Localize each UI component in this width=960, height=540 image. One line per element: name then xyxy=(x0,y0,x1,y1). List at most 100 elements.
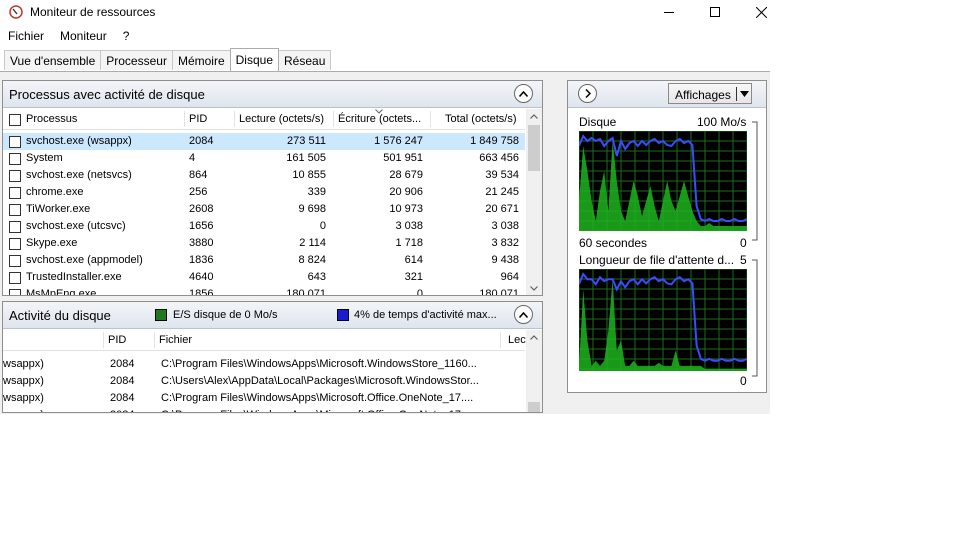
activity-file: C:\Program Files\WindowsApps\Microsoft.O… xyxy=(161,409,497,412)
process-write: 10 973 xyxy=(389,203,423,215)
table-row[interactable]: TiWorker.exe 2608 9 698 10 973 20 671 xyxy=(3,201,525,218)
active-time-legend-swatch xyxy=(337,309,349,321)
row-checkbox[interactable] xyxy=(9,204,21,216)
activity-collapse-button[interactable] xyxy=(514,305,533,324)
processes-collapse-button[interactable] xyxy=(514,84,533,103)
table-row[interactable]: chrome.exe 256 339 20 906 21 245 xyxy=(3,184,525,201)
window-title: Moniteur de ressources xyxy=(30,5,156,19)
row-checkbox[interactable] xyxy=(9,187,21,199)
close-button[interactable] xyxy=(738,0,784,24)
table-row[interactable]: svchost.exe (utcsvc) 1656 0 3 038 3 038 xyxy=(3,218,525,235)
process-pid: 3880 xyxy=(189,237,214,249)
process-total: 3 038 xyxy=(491,220,519,232)
row-checkbox[interactable] xyxy=(9,272,21,284)
tab-network[interactable]: Réseau xyxy=(278,50,332,70)
process-pid: 1656 xyxy=(189,220,214,232)
row-checkbox[interactable] xyxy=(9,238,21,250)
tab-strip: Vue d'ensemble Processeur Mémoire Disque… xyxy=(4,48,332,72)
select-all-checkbox[interactable] xyxy=(9,114,21,126)
menu-moniteur[interactable]: Moniteur xyxy=(52,27,107,45)
process-total: 9 438 xyxy=(491,254,519,266)
row-checkbox[interactable] xyxy=(9,170,21,182)
col-divider xyxy=(430,111,431,127)
graph1-time-label: 60 secondes xyxy=(579,236,648,250)
column-lecture[interactable]: Lecture (octets/s) xyxy=(239,113,324,125)
process-name: MsMpEng.exe xyxy=(26,288,97,296)
processes-panel-title: Processus avec activité de disque xyxy=(9,87,205,102)
activity-scroll-thumb[interactable] xyxy=(528,402,540,412)
activity-process: wsappx) xyxy=(3,375,44,387)
table-row[interactable]: Skype.exe 3880 2 114 1 718 3 832 xyxy=(3,235,525,252)
dropdown-arrow-icon xyxy=(740,91,749,97)
column-fichier[interactable]: Fichier xyxy=(159,334,192,346)
column-total[interactable]: Total (octets/s) xyxy=(445,113,517,125)
table-row[interactable]: svchost.exe (appmodel) 1836 8 824 614 9 438 xyxy=(3,252,525,269)
scroll-up-icon[interactable] xyxy=(530,114,538,119)
activity-pid: 2084 xyxy=(110,392,135,404)
table-row[interactable]: TrustedInstaller.exe 4640 643 321 964 xyxy=(3,269,525,286)
maximize-button[interactable] xyxy=(692,0,738,24)
table-row[interactable]: wsappx) 2084 C:\Program Files\WindowsApps\… xyxy=(3,356,500,373)
col-divider xyxy=(154,332,155,348)
chevron-up-icon xyxy=(519,90,528,97)
process-pid: 864 xyxy=(189,169,208,181)
row-checkbox[interactable] xyxy=(9,289,21,295)
tab-memory[interactable]: Mémoire xyxy=(171,50,231,70)
process-name: TrustedInstaller.exe xyxy=(26,271,122,283)
process-write: 28 679 xyxy=(389,169,423,181)
sort-desc-icon xyxy=(375,109,383,114)
table-row[interactable]: wsappx) 2084 C:\Program Files\WindowsApps\… xyxy=(3,390,500,407)
tab-processor[interactable]: Processeur xyxy=(100,50,173,70)
expand-side-button[interactable] xyxy=(578,84,597,103)
process-total: 663 456 xyxy=(479,152,519,164)
table-row[interactable]: System 4 161 505 501 951 663 456 xyxy=(3,150,525,167)
activity-scrollbar[interactable] xyxy=(526,330,542,412)
process-name: Skype.exe xyxy=(26,237,78,249)
process-total: 180 071 xyxy=(479,288,519,296)
active-time-legend-label: 4% de temps d'activité max... xyxy=(354,309,497,321)
process-read: 273 511 xyxy=(287,135,326,147)
menu-fichier[interactable]: Fichier xyxy=(0,27,44,45)
processes-table-header: Processus PID Lecture (octets/s) Écritur… xyxy=(3,109,525,130)
graph2-scale-bracket xyxy=(752,259,758,377)
scroll-up-icon[interactable] xyxy=(530,335,538,340)
row-checkbox[interactable] xyxy=(9,136,21,148)
table-row[interactable]: wsappx) 2084 C:\Users\Alex\AppData\Local\P… xyxy=(3,373,500,390)
minimize-button[interactable] xyxy=(646,0,692,24)
processes-table-body: svchost.exe (wsappx) 2084 273 511 1 576 247… xyxy=(3,133,525,296)
column-processus[interactable]: Processus xyxy=(26,113,77,125)
process-pid: 2608 xyxy=(189,203,214,215)
process-pid: 256 xyxy=(189,186,208,198)
tab-disk[interactable]: Disque xyxy=(229,48,279,71)
tab-overview[interactable]: Vue d'ensemble xyxy=(4,50,102,70)
row-checkbox[interactable] xyxy=(9,255,21,267)
disk-activity-header[interactable]: Activité du disque E/S disque de 0 Mo/s … xyxy=(3,302,542,329)
process-write: 501 951 xyxy=(383,152,423,164)
io-legend-label: E/S disque de 0 Mo/s xyxy=(173,309,278,321)
processes-scrollbar[interactable] xyxy=(526,109,542,295)
affichages-dropdown[interactable]: Affichages xyxy=(668,83,752,104)
process-name: svchost.exe (utcsvc) xyxy=(26,220,126,232)
processes-scroll-thumb[interactable] xyxy=(528,125,540,171)
table-row[interactable]: MsMpEng.exe 1856 180 071 0 180 071 xyxy=(3,286,525,296)
table-row[interactable]: wsappx) 2084 C:\Program Files\WindowsApps\… xyxy=(3,407,500,412)
process-total: 39 534 xyxy=(485,169,519,181)
col-divider xyxy=(234,111,235,127)
row-checkbox[interactable] xyxy=(9,153,21,165)
close-icon xyxy=(755,6,767,18)
column-pid[interactable]: PID xyxy=(189,113,207,125)
process-read: 643 xyxy=(307,271,326,283)
process-write: 3 038 xyxy=(395,220,423,232)
scroll-down-icon[interactable] xyxy=(530,286,538,291)
col-divider xyxy=(184,111,185,127)
process-pid: 2084 xyxy=(189,135,214,147)
processes-panel-header[interactable]: Processus avec activité de disque xyxy=(3,81,542,108)
table-row[interactable]: svchost.exe (wsappx) 2084 273 511 1 576 247… xyxy=(3,133,525,150)
queue-graph xyxy=(579,269,747,371)
menu-help[interactable]: ? xyxy=(115,27,130,45)
column-pid[interactable]: PID xyxy=(108,334,126,346)
table-row[interactable]: svchost.exe (netsvcs) 864 10 855 28 679 39 5… xyxy=(3,167,525,184)
column-ecriture[interactable]: Écriture (octets... xyxy=(338,113,421,125)
process-write: 1 718 xyxy=(395,237,423,249)
row-checkbox[interactable] xyxy=(9,221,21,233)
